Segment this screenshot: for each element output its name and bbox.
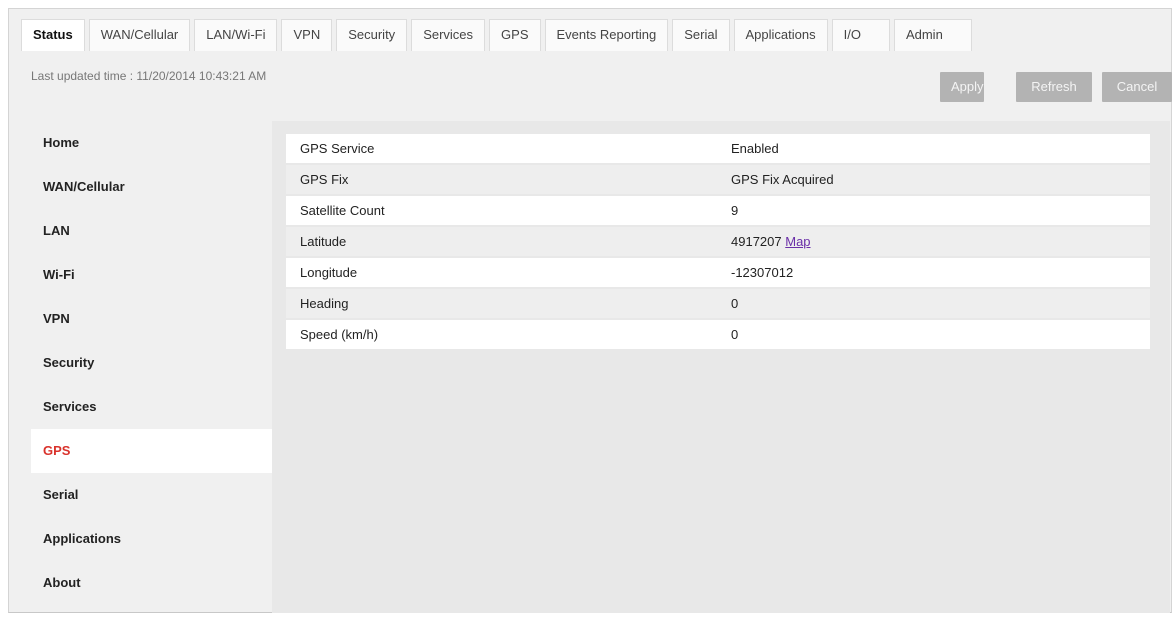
- row-label: Latitude: [300, 234, 347, 249]
- top-tab-bar: Status WAN/Cellular LAN/Wi-Fi VPN Securi…: [21, 19, 972, 51]
- row-label: Speed (km/h): [300, 327, 379, 342]
- tab-security[interactable]: Security: [336, 19, 408, 51]
- table-row: GPS Service Enabled: [286, 134, 1150, 163]
- sidebar-item-serial[interactable]: Serial: [31, 473, 272, 517]
- row-value: GPS Fix Acquired: [731, 172, 834, 187]
- tab-io[interactable]: I/O: [831, 19, 890, 51]
- refresh-button[interactable]: Refresh: [1016, 72, 1092, 102]
- table-row: Satellite Count 9: [286, 196, 1150, 225]
- row-value: 9: [731, 203, 739, 218]
- cancel-button[interactable]: Cancel: [1102, 72, 1172, 102]
- sidebar-item-wifi[interactable]: Wi-Fi: [31, 253, 272, 297]
- sidebar-item-lan[interactable]: LAN: [31, 209, 272, 253]
- tab-status[interactable]: Status: [21, 19, 85, 51]
- row-value: 0: [731, 296, 739, 311]
- table-row: GPS Fix GPS Fix Acquired: [286, 165, 1150, 194]
- tab-vpn[interactable]: VPN: [281, 19, 333, 51]
- tab-events-reporting[interactable]: Events Reporting: [544, 19, 669, 51]
- sidebar-item-vpn[interactable]: VPN: [31, 297, 272, 341]
- sidebar-item-gps[interactable]: GPS: [31, 429, 272, 473]
- row-value: 4917207 Map: [731, 234, 811, 249]
- row-label: Satellite Count: [300, 203, 385, 218]
- row-value: Enabled: [731, 141, 779, 156]
- table-row: Latitude 4917207 Map: [286, 227, 1150, 256]
- sidebar-item-about[interactable]: About: [31, 561, 272, 605]
- tab-admin[interactable]: Admin: [893, 19, 972, 51]
- sidebar-item-security[interactable]: Security: [31, 341, 272, 385]
- tab-gps[interactable]: GPS: [489, 19, 541, 51]
- tab-applications[interactable]: Applications: [733, 19, 828, 51]
- row-label: GPS Fix: [300, 172, 349, 187]
- gps-status-panel: GPS Service Enabled GPS Fix GPS Fix Acqu…: [272, 121, 1170, 613]
- sidebar-nav: Home WAN/Cellular LAN Wi-Fi VPN Security…: [31, 121, 272, 613]
- row-label: Longitude: [300, 265, 358, 280]
- table-row: Speed (km/h) 0: [286, 320, 1150, 349]
- last-updated-text: Last updated time : 11/20/2014 10:43:21 …: [31, 69, 267, 83]
- row-label: Heading: [300, 296, 349, 311]
- row-value: 0: [731, 327, 739, 342]
- row-value: -12307012: [731, 265, 794, 280]
- tab-services[interactable]: Services: [411, 19, 486, 51]
- sidebar-item-wan-cellular[interactable]: WAN/Cellular: [31, 165, 272, 209]
- sidebar-item-home[interactable]: Home: [31, 121, 272, 165]
- row-label: GPS Service: [300, 141, 375, 156]
- app-frame: Status WAN/Cellular LAN/Wi-Fi VPN Securi…: [8, 8, 1172, 613]
- sidebar-item-applications[interactable]: Applications: [31, 517, 272, 561]
- tab-serial[interactable]: Serial: [672, 19, 730, 51]
- apply-button[interactable]: Apply: [940, 72, 984, 102]
- table-row: Heading 0: [286, 289, 1150, 318]
- table-row: Longitude -12307012: [286, 258, 1150, 287]
- sidebar-item-services[interactable]: Services: [31, 385, 272, 429]
- tab-wan-cellular[interactable]: WAN/Cellular: [88, 19, 191, 51]
- map-link[interactable]: Map: [785, 234, 810, 249]
- tab-lan-wifi[interactable]: LAN/Wi-Fi: [194, 19, 278, 51]
- latitude-value: 4917207: [731, 234, 782, 249]
